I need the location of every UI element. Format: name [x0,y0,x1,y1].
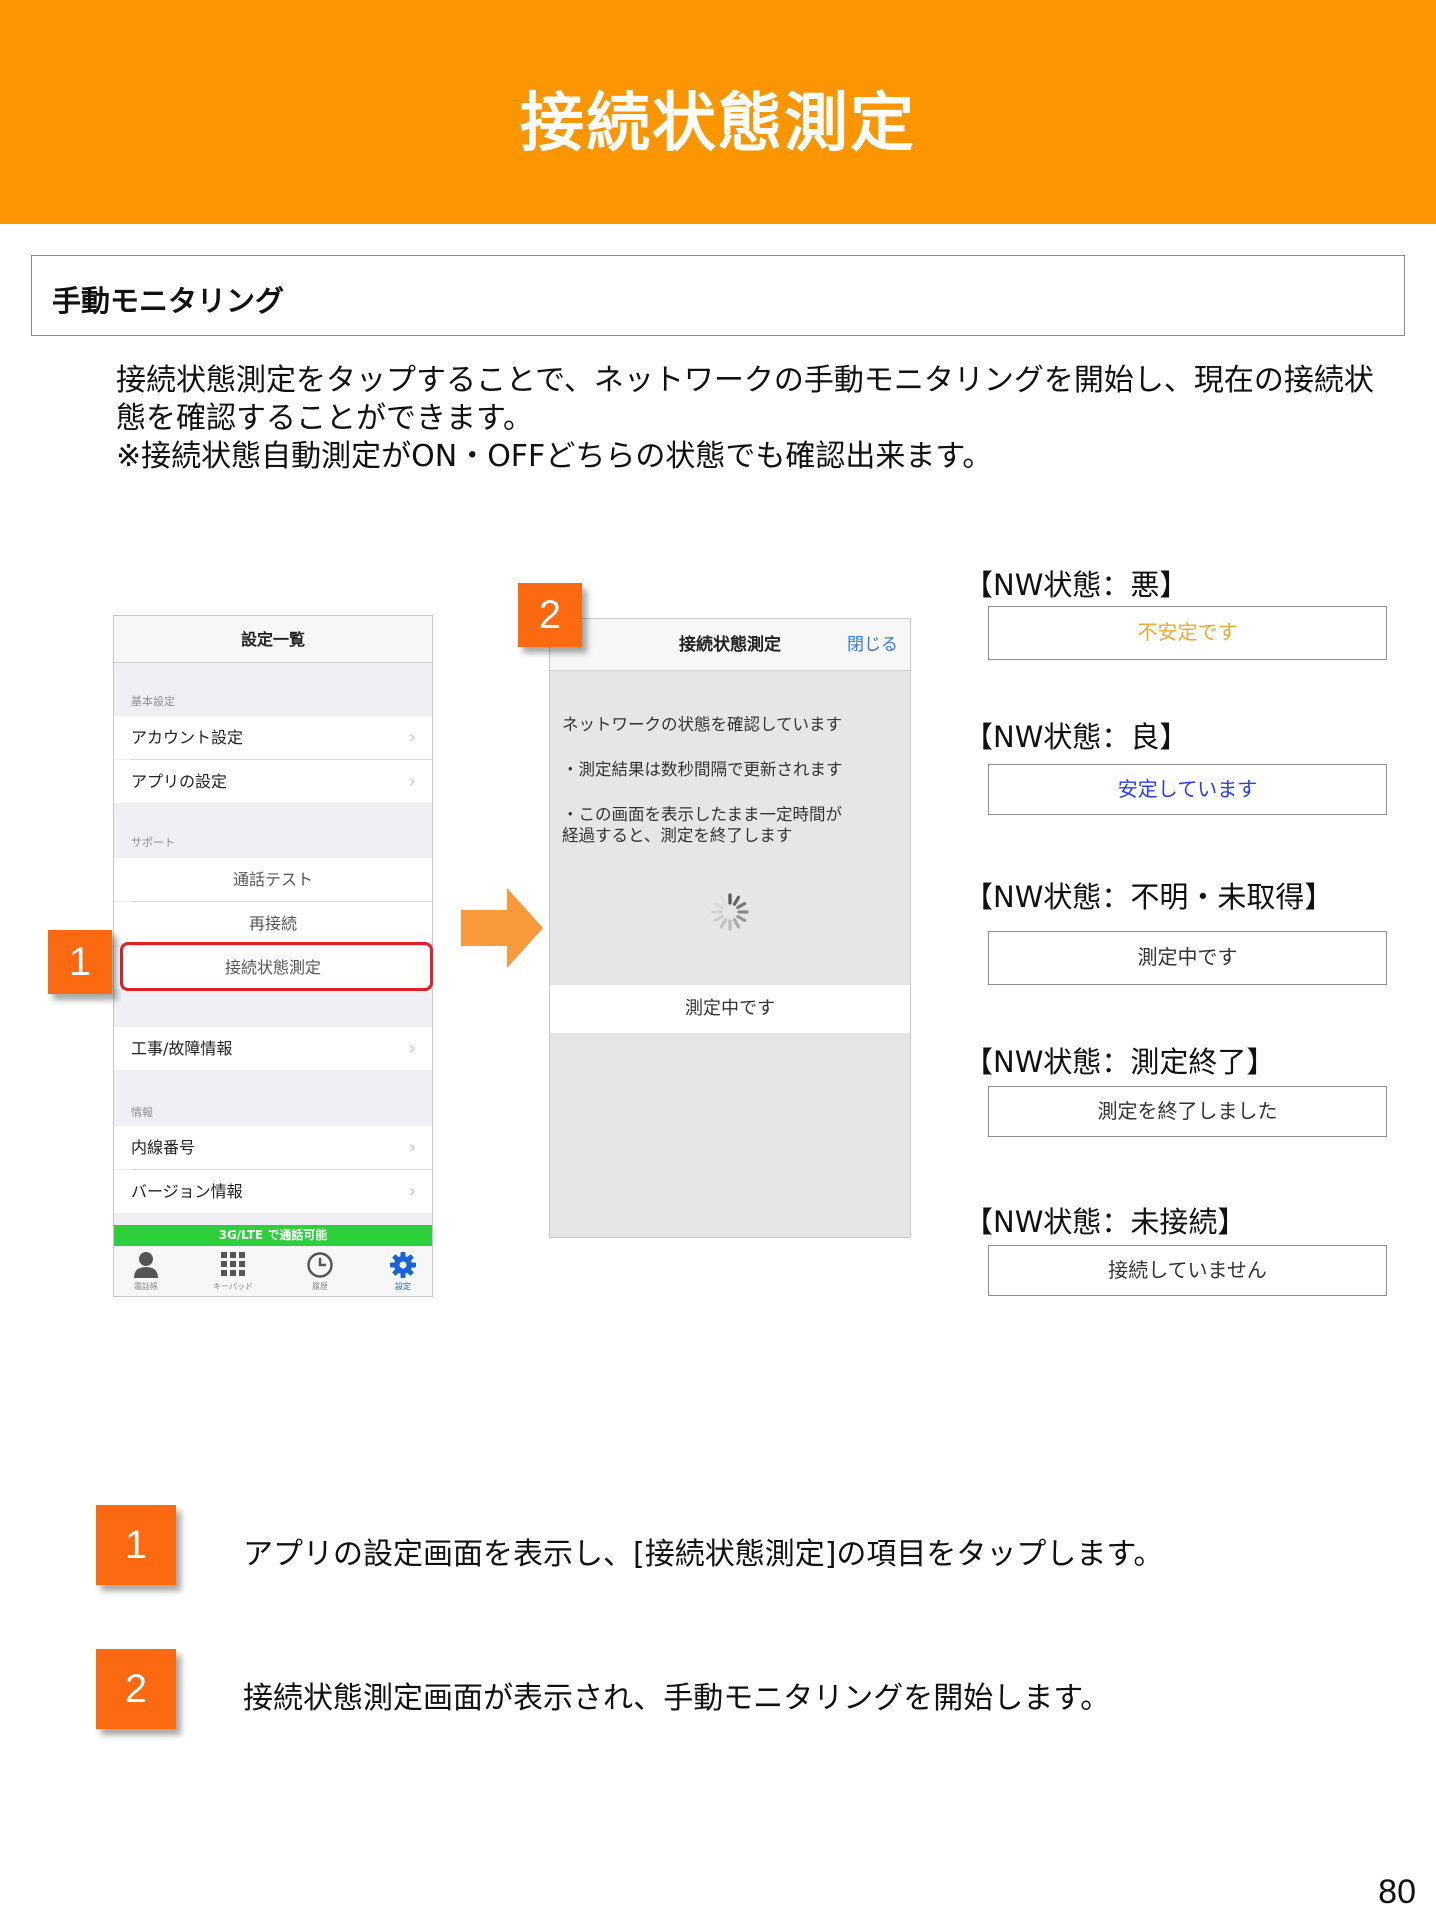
network-status-bar: 3G/LTE で通話可能 [114,1225,432,1246]
settings-row-reconnect[interactable]: 再接続 [114,902,432,945]
keypad-icon [203,1250,263,1280]
settings-row-app[interactable]: アプリの設定 › [114,760,432,803]
settings-row-extension[interactable]: 内線番号 › [114,1126,432,1169]
nw-state-box-unknown: 測定中です [988,931,1387,985]
measurement-status: 測定中です [550,985,910,1033]
step-badge-2: 2 [518,583,582,647]
measurement-note-2b: 経過すると、測定を終了します [562,826,793,845]
section-title: 手動モニタリング [52,284,285,318]
measurement-screenshot: 接続状態測定 閉じる ネットワークの状態を確認しています ・測定結果は数秒間隔で… [549,618,911,1238]
intro-line-1: 接続状態測定をタップすることで、ネットワークの手動モニタリングを開始し、現在の接… [116,363,1374,398]
arrow-right-icon [461,888,543,972]
nw-state-box-disconnected: 接続していません [988,1245,1387,1296]
nw-state-box-good: 安定しています [988,764,1387,815]
row-label: アカウント設定 [131,728,244,747]
person-icon [116,1250,176,1280]
section-label-support: サポート [131,836,175,849]
tab-label: 電話帳 [134,1282,158,1291]
chevron-right-icon: › [408,771,416,792]
intro-line-2: 態を確認することができます。 [116,401,533,436]
tab-label: 設定 [395,1282,411,1291]
tab-settings[interactable]: 設定 [373,1250,432,1292]
page-header: 接続状態測定 [0,0,1436,224]
nw-state-box-finished: 測定を終了しました [988,1086,1387,1137]
nw-state-label-disconnected: 【NW状態：未接続】 [964,1205,1247,1239]
nw-state-label-good: 【NW状態：良】 [964,720,1189,754]
row-label: 工事/故障情報 [131,1039,233,1058]
tab-bar: 電話帳 キーパッド 履歴 設定 [114,1246,432,1296]
settings-row-version[interactable]: バージョン情報 › [114,1170,432,1213]
tab-label: キーパッド [213,1282,253,1291]
nw-state-box-bad: 不安定です [988,606,1387,660]
row-label: バージョン情報 [131,1182,243,1201]
measurement-note-1: ・測定結果は数秒間隔で更新されます [562,760,843,779]
measurement-note-2a: ・この画面を表示したまま一定時間が [562,805,843,824]
settings-row-construction[interactable]: 工事/故障情報 › [114,1027,432,1070]
step-badge-1: 1 [48,930,112,994]
settings-nav-title: 設定一覧 [114,616,432,663]
measurement-nav-bar: 接続状態測定 閉じる [550,619,910,671]
row-label: 内線番号 [131,1138,196,1157]
settings-row-account[interactable]: アカウント設定 › [114,716,432,759]
section-heading-box: 手動モニタリング [31,255,1405,336]
step-2-text: 接続状態測定画面が表示され、手動モニタリングを開始します。 [243,1681,1111,1716]
row-label: アプリの設定 [131,772,228,791]
chevron-right-icon: › [408,727,416,748]
highlight-frame [120,942,433,991]
intro-paragraph: 接続状態測定をタップすることで、ネットワークの手動モニタリングを開始し、現在の接… [116,362,1374,476]
tab-history[interactable]: 履歴 [290,1250,350,1292]
row-label: 再接続 [248,914,297,933]
clock-icon [290,1250,350,1280]
nw-state-label-finished: 【NW状態：測定終了】 [964,1045,1276,1079]
chevron-right-icon: › [408,1181,416,1202]
nw-state-label-bad: 【NW状態：悪】 [964,568,1189,602]
close-button[interactable]: 閉じる [847,619,898,671]
section-label-info: 情報 [131,1106,153,1119]
chevron-right-icon: › [408,1137,416,1158]
measurement-message: ネットワークの状態を確認しています [562,715,843,734]
page-title: 接続状態測定 [520,87,916,161]
page-number: 80 [1378,1873,1416,1911]
loading-spinner-icon [709,891,751,937]
step-badge-1-large: 1 [96,1505,176,1585]
intro-line-3: ※接続状態自動測定がON・OFFどちらの状態でも確認出来ます。 [116,439,993,474]
tab-label: 履歴 [312,1282,328,1291]
gear-icon [373,1250,432,1280]
tab-keypad[interactable]: キーパッド [203,1250,263,1292]
settings-row-call-test[interactable]: 通話テスト [114,858,432,901]
tab-contacts[interactable]: 電話帳 [116,1250,176,1292]
step-badge-2-large: 2 [96,1649,176,1729]
chevron-right-icon: › [408,1038,416,1059]
row-label: 通話テスト [232,870,313,889]
nw-state-label-unknown: 【NW状態：不明・未取得】 [964,880,1334,914]
section-label-basic: 基本設定 [131,695,175,708]
step-1-text: アプリの設定画面を表示し、[接続状態測定]の項目をタップします。 [243,1537,1164,1572]
